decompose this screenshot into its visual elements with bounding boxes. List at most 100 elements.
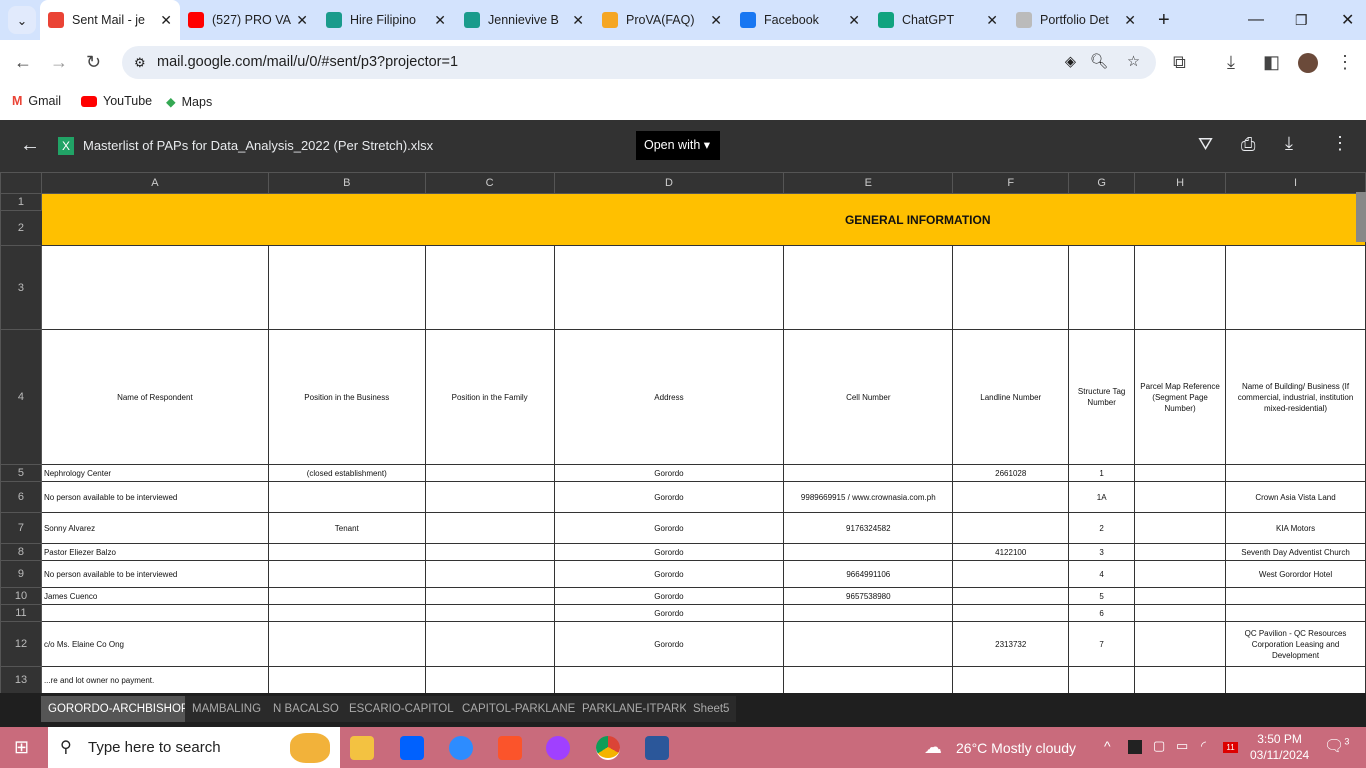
row-header[interactable]: 10: [0, 587, 42, 605]
messenger-icon[interactable]: [546, 736, 570, 760]
row-header[interactable]: 11: [0, 604, 42, 622]
side-panel-icon[interactable]: ◧: [1263, 52, 1280, 73]
cell[interactable]: [424, 621, 555, 667]
cell[interactable]: James Cuenco: [40, 587, 269, 605]
row-header[interactable]: 5: [0, 464, 42, 482]
extensions-icon[interactable]: ⧉: [1173, 52, 1186, 73]
sheet-tab[interactable]: N BACALSO: [266, 696, 346, 722]
cell[interactable]: [1068, 245, 1136, 330]
column-title[interactable]: Parcel Map Reference (Segment Page Numbe…: [1134, 329, 1227, 465]
clock[interactable]: 3:50 PM 03/11/2024: [1250, 731, 1309, 763]
cell[interactable]: [424, 481, 555, 513]
cell[interactable]: [424, 560, 555, 588]
row-header[interactable]: 8: [0, 543, 42, 561]
browser-tab[interactable]: ChatGPT ✕: [870, 6, 1006, 34]
cell[interactable]: Gorordo: [553, 543, 785, 561]
cell[interactable]: [553, 245, 785, 330]
cell[interactable]: 3: [1068, 543, 1136, 561]
zoom-app-icon[interactable]: [449, 736, 473, 760]
close-tab-icon[interactable]: ✕: [160, 12, 172, 29]
cell[interactable]: [1225, 587, 1366, 605]
cell[interactable]: Gorordo: [553, 621, 785, 667]
cell[interactable]: [424, 587, 555, 605]
cell[interactable]: [267, 481, 426, 513]
cell[interactable]: 1: [1068, 464, 1136, 482]
cell[interactable]: [267, 587, 426, 605]
cell[interactable]: [783, 245, 954, 330]
column-header[interactable]: D: [553, 172, 785, 194]
cell[interactable]: No person available to be interviewed: [40, 560, 269, 588]
cell[interactable]: [553, 666, 785, 693]
tab-search-button[interactable]: ⌄: [8, 6, 36, 34]
windows-start-icon[interactable]: ⊞: [14, 737, 29, 758]
cell[interactable]: 2313732: [952, 621, 1070, 667]
close-tab-icon[interactable]: ✕: [848, 12, 860, 29]
browser-tab[interactable]: Portfolio Det ✕: [1008, 6, 1144, 34]
cell[interactable]: [952, 512, 1070, 544]
row-header[interactable]: 12: [0, 621, 42, 667]
column-header[interactable]: G: [1068, 172, 1136, 194]
row-header[interactable]: 13: [0, 666, 42, 693]
row-header[interactable]: 9: [0, 560, 42, 588]
column-header[interactable]: E: [783, 172, 954, 194]
cell[interactable]: [40, 604, 269, 622]
column-title[interactable]: Address: [553, 329, 785, 465]
cell[interactable]: [1225, 666, 1366, 693]
cell[interactable]: [1134, 512, 1227, 544]
cell[interactable]: [952, 587, 1070, 605]
column-header[interactable]: C: [424, 172, 555, 194]
reload-icon[interactable]: ↻: [86, 52, 101, 73]
row-header[interactable]: 7: [0, 512, 42, 544]
address-bar[interactable]: ⚙ mail.google.com/mail/u/0/#sent/p3?proj…: [122, 46, 1156, 79]
row-header[interactable]: 1: [0, 193, 42, 211]
bookmark-youtube[interactable]: YouTube: [81, 94, 152, 108]
cell[interactable]: [267, 560, 426, 588]
chrome-icon[interactable]: [596, 736, 620, 760]
battery-icon[interactable]: ▭: [1176, 738, 1188, 754]
cell[interactable]: [783, 464, 954, 482]
taskbar-search-input[interactable]: ⚲ Type here to search: [48, 727, 340, 768]
cell[interactable]: Pastor Eliezer Balzo: [40, 543, 269, 561]
cell[interactable]: Sonny Alvarez: [40, 512, 269, 544]
cell[interactable]: [952, 666, 1070, 693]
cell[interactable]: Tenant: [267, 512, 426, 544]
cell[interactable]: [424, 464, 555, 482]
bookmark-maps[interactable]: ◆ Maps: [166, 94, 212, 110]
open-with-button[interactable]: Open with ▾: [636, 131, 720, 160]
cell[interactable]: 6: [1068, 604, 1136, 622]
column-title[interactable]: Position in the Business: [267, 329, 426, 465]
browser-tab[interactable]: Hire Filipino ✕: [318, 6, 454, 34]
cell[interactable]: [1225, 245, 1366, 330]
cell[interactable]: 2661028: [952, 464, 1070, 482]
cell[interactable]: [267, 666, 426, 693]
cell[interactable]: (closed establishment): [267, 464, 426, 482]
bookmark-star-icon[interactable]: ☆: [1127, 46, 1140, 79]
cell[interactable]: Nephrology Center: [40, 464, 269, 482]
cell[interactable]: [424, 604, 555, 622]
cell[interactable]: [424, 543, 555, 561]
cell[interactable]: [267, 604, 426, 622]
vertical-scrollbar[interactable]: [1356, 192, 1366, 242]
forward-icon[interactable]: →: [50, 52, 68, 73]
column-header[interactable]: I: [1225, 172, 1366, 194]
sheet-tab[interactable]: CAPITOL-PARKLANE: [455, 696, 583, 722]
cell[interactable]: [267, 543, 426, 561]
cell[interactable]: [952, 560, 1070, 588]
column-title[interactable]: Position in the Family: [424, 329, 555, 465]
word-icon[interactable]: [645, 736, 669, 760]
brave-icon[interactable]: [498, 736, 522, 760]
browser-tab[interactable]: ProVA(FAQ) ✕: [594, 6, 730, 34]
cell[interactable]: [1225, 464, 1366, 482]
cell[interactable]: Gorordo: [553, 481, 785, 513]
cell[interactable]: [1134, 245, 1227, 330]
column-title[interactable]: Name of Respondent: [40, 329, 269, 465]
sheet-tab[interactable]: ESCARIO-CAPITOL: [342, 696, 461, 722]
cell[interactable]: [952, 245, 1070, 330]
sheet-tab[interactable]: GORORDO-ARCHBISHOP: [41, 696, 196, 722]
notifications-icon[interactable]: 🗨︎3: [1324, 736, 1349, 756]
file-explorer-icon[interactable]: [350, 736, 374, 760]
sheet-tab[interactable]: MAMBALING: [185, 696, 269, 722]
profile-avatar[interactable]: [1298, 53, 1318, 73]
cell[interactable]: Gorordo: [553, 512, 785, 544]
cell[interactable]: [424, 245, 555, 330]
